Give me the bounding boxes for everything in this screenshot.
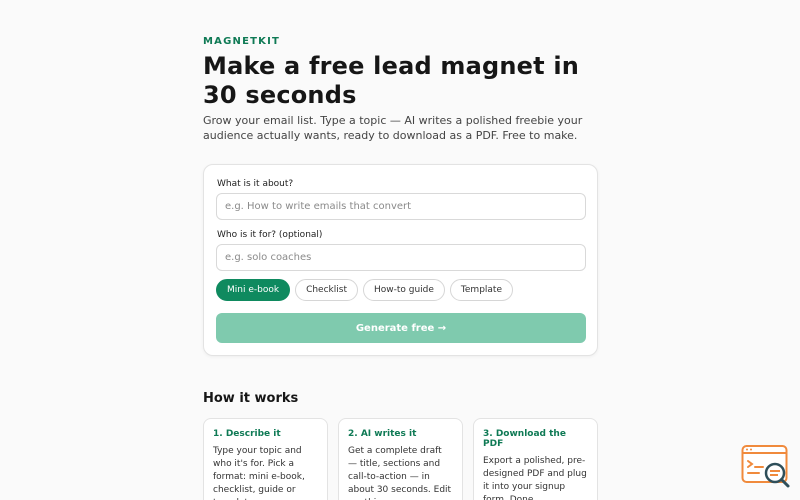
step-card: 3. Download the PDF Export a polished, p…	[473, 418, 598, 500]
step-text: Get a complete draft — title, sections a…	[348, 446, 452, 500]
generator-form: What is it about? Who is it for? (option…	[203, 164, 598, 356]
step-title: 3. Download the PDF	[483, 429, 566, 449]
format-selector: Mini e-book Checklist How-to guide Templ…	[216, 279, 513, 301]
step-title: 1. Describe it	[213, 429, 281, 439]
page: MAGNETKIT Make a free lead magnet in 30 …	[0, 0, 800, 500]
how-it-works-title: How it works	[203, 391, 299, 406]
format-checklist-button[interactable]: Checklist	[295, 279, 358, 301]
format-how-to-guide-button[interactable]: How-to guide	[362, 279, 445, 301]
step-card: 1. Describe it Type your topic and who i…	[203, 418, 328, 500]
chat-search-icon[interactable]	[741, 444, 791, 490]
page-title: Make a free lead magnet in 30 seconds	[203, 52, 580, 109]
topic-label: What is it about?	[217, 179, 294, 189]
step-title: 2. AI writes it	[348, 429, 417, 439]
format-mini-ebook-button[interactable]: Mini e-book	[216, 279, 291, 301]
page-subtitle: Grow your email list. Type a topic — AI …	[203, 114, 583, 142]
step-text: Export a polished, pre-designed PDF and …	[483, 456, 587, 500]
audience-label: Who is it for? (optional)	[217, 230, 323, 240]
step-card: 2. AI writes it Get a complete draft — t…	[338, 418, 463, 500]
how-it-works-steps: 1. Describe it Type your topic and who i…	[203, 418, 598, 500]
audience-input[interactable]	[216, 244, 586, 271]
format-template-button[interactable]: Template	[449, 279, 513, 301]
brand-name: MAGNETKIT	[203, 36, 281, 47]
topic-input[interactable]	[216, 193, 586, 220]
step-text: Type your topic and who it's for. Pick a…	[213, 446, 305, 500]
generate-button[interactable]: Generate free →	[216, 313, 586, 343]
